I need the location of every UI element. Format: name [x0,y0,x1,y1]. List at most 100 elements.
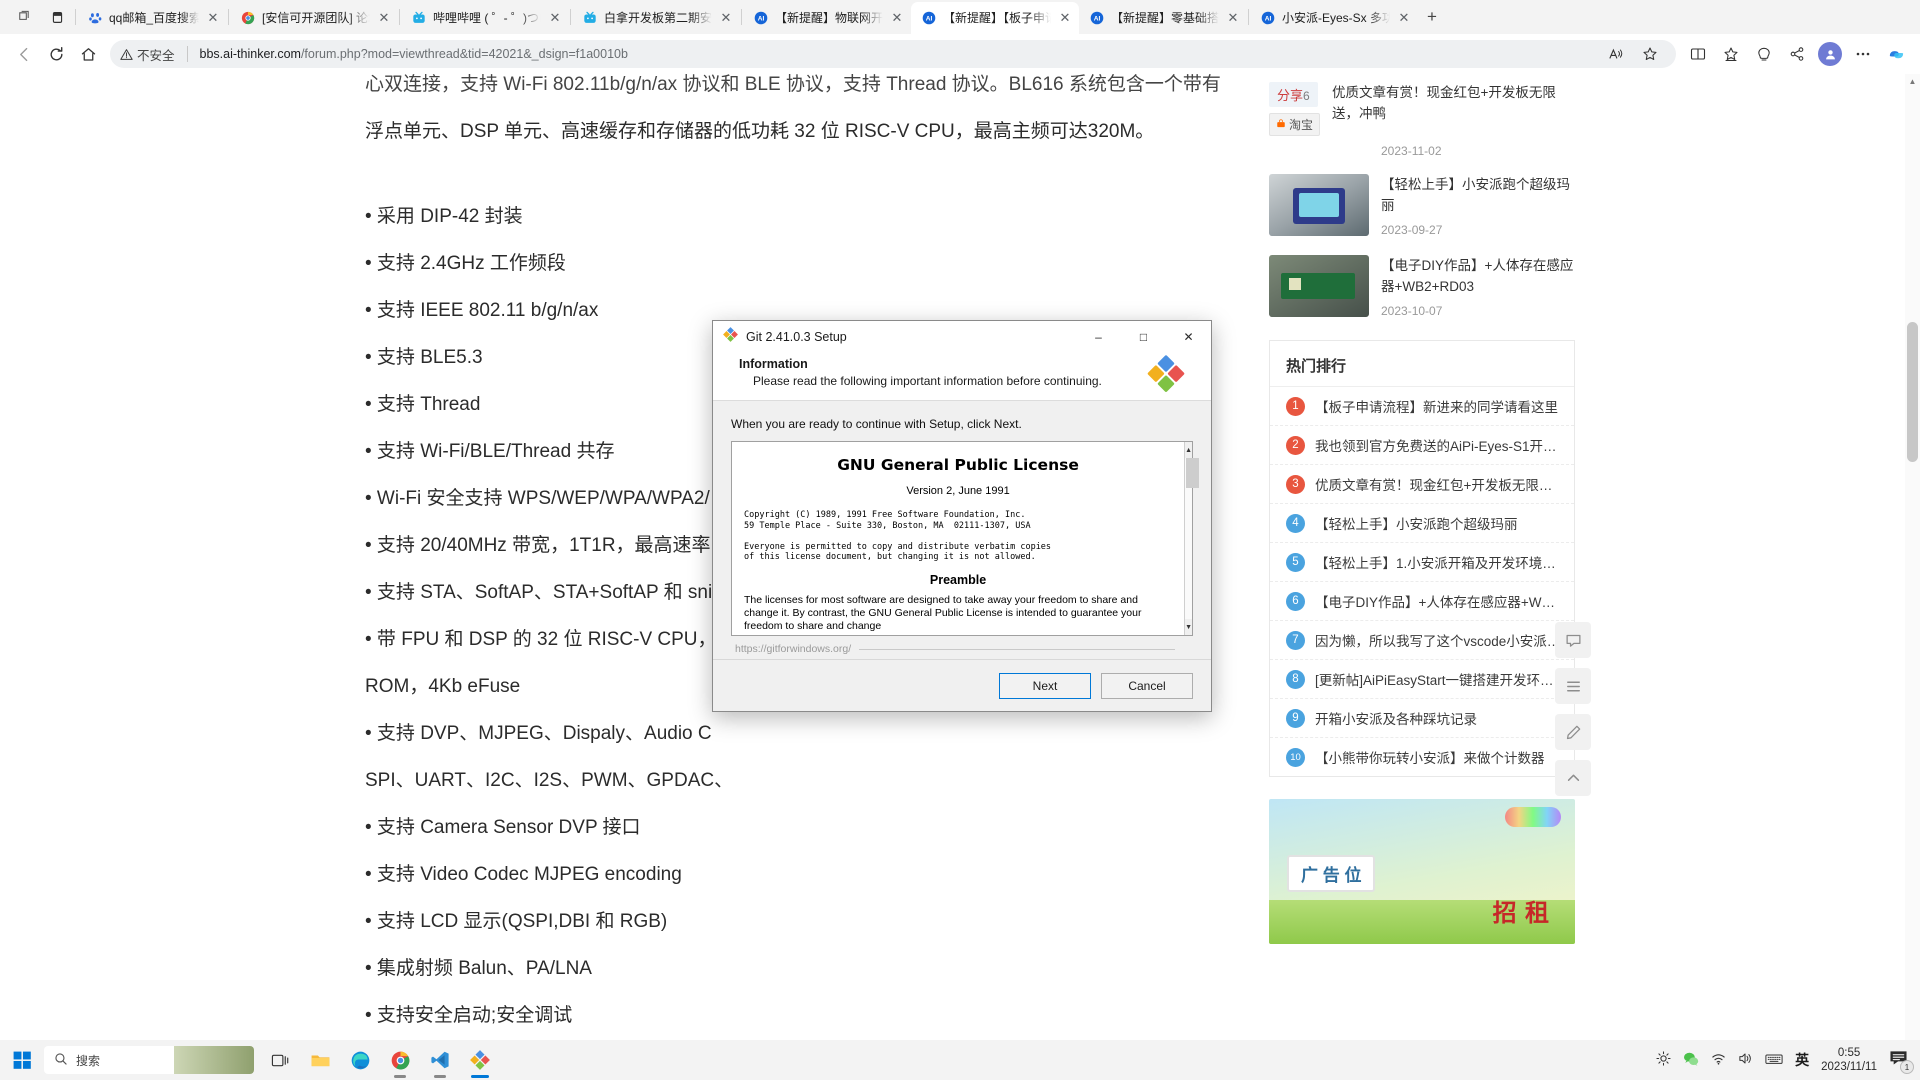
notification-badge: 1 [1900,1060,1914,1074]
task-view-icon[interactable] [260,1040,300,1080]
brightness-icon[interactable] [1656,1051,1671,1069]
promo-item[interactable]: 【电子DIY作品】+人体存在感应器+WB2+RD03 2023-10-07 [1269,255,1575,322]
list-item[interactable]: 10 【小熊带你玩转小安派】来做个计数器 [1270,738,1574,776]
close-icon[interactable]: ✕ [718,10,734,26]
warning-icon [120,48,133,60]
share-icon[interactable] [1781,38,1813,70]
page-scrollbar[interactable]: ▲ ▼ [1905,74,1920,1058]
ai-icon: AI [753,10,769,26]
split-screen-icon[interactable] [1682,38,1714,70]
avatar[interactable] [1818,42,1842,66]
start-button[interactable] [0,1040,44,1080]
list-item[interactable]: 1 【板子申请流程】新进来的同学请看这里 [1270,387,1574,426]
promo-item[interactable]: 【轻松上手】小安派跑个超级玛丽 2023-09-27 [1269,174,1575,241]
scroll-up-arrow[interactable]: ▲ [1905,74,1920,89]
close-icon[interactable]: ✕ [1396,10,1412,26]
promo-thumbnail[interactable] [1269,174,1369,236]
browser-tab[interactable]: 白拿开发板第二期安信可 ✕ [572,2,740,34]
notification-center-icon[interactable]: 1 [1889,1050,1914,1074]
reload-icon[interactable] [40,38,72,70]
tab-title: 哔哩哔哩 ( ゜- ゜)つロ 干杯 [433,11,541,25]
settings-more-icon[interactable] [1847,38,1879,70]
hot-item-label: 【电子DIY作品】+人体存在感应器+WB2... [1315,595,1562,610]
list-item[interactable]: 5 【轻松上手】1.小安派开箱及开发环境搭建 [1270,543,1574,582]
collections-icon[interactable] [1715,38,1747,70]
ime-indicator[interactable]: 英 [1795,1050,1809,1070]
favorite-icon[interactable] [1634,40,1666,68]
network-icon[interactable] [1711,1051,1726,1069]
list-item: • 采用 DIP-42 封装 [365,206,523,227]
browser-tab-active[interactable]: AI 【新提醒】【板子申请流程 ✕ [911,2,1079,34]
not-secure-indicator[interactable]: 不安全 [120,45,175,64]
vscode-icon[interactable] [420,1040,460,1080]
tab-vertical-icon[interactable] [40,0,74,34]
browser-tab[interactable]: qq邮箱_百度搜索 ✕ [77,2,227,34]
next-button[interactable]: Next [999,672,1091,699]
close-icon[interactable]: ✕ [1057,10,1073,26]
keyboard-icon[interactable] [1765,1052,1783,1069]
list-item[interactable]: 3 优质文章有赏！现金红包+开发板无限送，... [1270,465,1574,504]
close-button[interactable]: ✕ [1166,321,1211,353]
taobao-badge[interactable]: 淘宝 [1269,113,1321,136]
tab-actions-icon[interactable] [6,0,40,34]
license-version: Version 2, June 1991 [906,485,1010,497]
maximize-button[interactable]: □ [1121,321,1166,353]
close-icon[interactable]: ✕ [547,10,563,26]
list-item[interactable]: 2 我也领到官方免费送的AiPi-Eyes-S1开发... [1270,426,1574,465]
dialog-titlebar: Git 2.41.0.3 Setup – □ ✕ [713,321,1211,353]
rank-badge: 4 [1286,513,1305,533]
back-icon[interactable] [8,38,40,70]
browser-tab[interactable]: [安信可开源团队] 论坛注册 ✕ [230,2,398,34]
read-aloud-icon[interactable] [1600,40,1632,68]
file-explorer-icon[interactable] [300,1040,340,1080]
comment-icon[interactable] [1555,622,1591,658]
list-item[interactable]: 9 开箱小安派及各种踩坑记录 [1270,699,1574,738]
security-label: 不安全 [137,48,175,63]
close-icon[interactable]: ✕ [889,10,905,26]
promo-item[interactable]: 分享6 淘宝 优质文章有赏！现金红包+开发板无限送，冲鸭 [1269,82,1575,136]
copilot-icon[interactable] [1880,38,1912,70]
clock[interactable]: 0:55 2023/11/11 [1821,1046,1877,1074]
new-tab-button[interactable]: + [1418,3,1446,31]
license-text-pane[interactable]: GNU General Public License Version 2, Ju… [731,441,1200,636]
git-icon[interactable] [460,1040,500,1080]
list-item[interactable]: 8 [更新帖]AiPiEasyStart一键搭建开发环境工 [1270,660,1574,699]
license-scrollbar[interactable]: ▲ ▼ [1184,442,1200,635]
close-icon[interactable]: ✕ [205,10,221,26]
scrollbar-track[interactable] [1185,458,1200,619]
browser-tab[interactable]: AI 【新提醒】物联网开发者社 ✕ [743,2,911,34]
advertisement-banner[interactable]: 广 告 位 招 租 [1269,799,1575,944]
scrollbar-thumb[interactable] [1907,322,1918,462]
search-input[interactable]: 搜索 [44,1046,254,1074]
volume-icon[interactable] [1738,1051,1753,1069]
omnibox-divider [186,46,188,62]
profile-icon[interactable] [1814,38,1846,70]
browser-tab[interactable]: AI 小安派-Eyes-Sx 多功能开 ✕ [1250,2,1418,34]
home-icon[interactable] [72,38,104,70]
address-bar[interactable]: 不安全 bbs.ai-thinker.com/forum.php?mod=vie… [110,40,1676,68]
close-icon[interactable]: ✕ [1225,10,1241,26]
scroll-up-arrow[interactable]: ▲ [1185,442,1192,458]
list-item[interactable]: 4 【轻松上手】小安派跑个超级玛丽 [1270,504,1574,543]
promo-thumbnail[interactable] [1269,255,1369,317]
wechat-icon[interactable] [1683,1051,1699,1070]
list-item[interactable]: 7 因为懒，所以我写了这个vscode小安派插件 [1270,621,1574,660]
edge-icon[interactable] [340,1040,380,1080]
url-text: bbs.ai-thinker.com/forum.php?mod=viewthr… [200,47,628,61]
browser-tab[interactable]: 哔哩哔哩 ( ゜- ゜)つロ 干杯 ✕ [401,2,569,34]
dialog-buttons: Next Cancel [713,659,1211,711]
browser-essentials-icon[interactable] [1748,38,1780,70]
scroll-top-icon[interactable] [1555,760,1591,796]
gitforwindows-link[interactable]: https://gitforwindows.org/ [735,643,851,655]
scroll-down-arrow[interactable]: ▼ [1185,619,1192,635]
edit-icon[interactable] [1555,714,1591,750]
chrome-icon[interactable] [380,1040,420,1080]
cancel-button[interactable]: Cancel [1101,672,1193,699]
browser-tab[interactable]: AI 【新提醒】零基础搭建小安 ✕ [1079,2,1247,34]
close-icon[interactable]: ✕ [376,10,392,26]
minimize-button[interactable]: – [1076,321,1121,353]
share-badge[interactable]: 分享6 [1269,82,1318,107]
scrollbar-thumb[interactable] [1186,458,1200,488]
list-icon[interactable] [1555,668,1591,704]
list-item[interactable]: 6 【电子DIY作品】+人体存在感应器+WB2... [1270,582,1574,621]
